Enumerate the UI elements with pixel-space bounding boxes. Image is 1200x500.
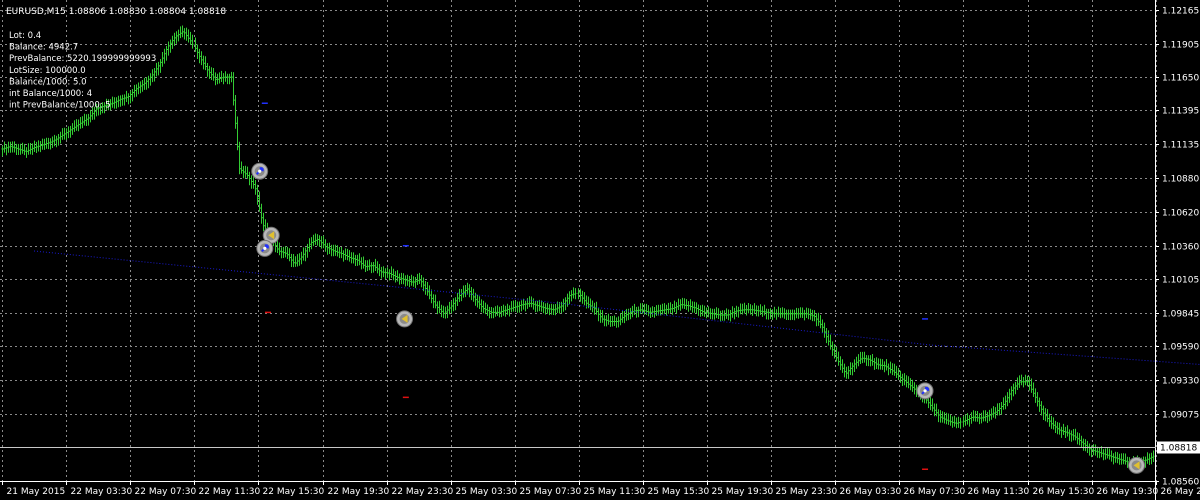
price-tick-label: 1.11395 bbox=[1162, 107, 1199, 117]
chart-background bbox=[0, 0, 1200, 500]
price-chart[interactable]: 1.12165 1.11905 1.11650 1.11395 1.11135 1.108… bbox=[0, 0, 1200, 500]
time-tick-label: 26 May 11:30 bbox=[968, 487, 1030, 497]
price-tick-label: 1.11650 bbox=[1162, 74, 1199, 84]
time-tick-label: 25 May 07:30 bbox=[520, 487, 582, 497]
price-tick-label: 1.10105 bbox=[1162, 276, 1199, 286]
buy-arrow-icon bbox=[251, 162, 269, 180]
info-line: int Balance/1000: 4 bbox=[9, 89, 92, 99]
time-tick-label: 22 May 07:30 bbox=[135, 487, 197, 497]
marker-dot bbox=[263, 246, 267, 250]
chart-title: EURUSD,M15 1.08806 1.08830 1.08804 1.088… bbox=[6, 7, 226, 17]
marker-dot bbox=[923, 389, 927, 393]
close-arrow-icon bbox=[1128, 456, 1146, 474]
current-price-value: 1.08818 bbox=[1160, 444, 1197, 454]
price-tick-label: 1.10880 bbox=[1162, 175, 1199, 185]
price-tick-label: 1.11905 bbox=[1162, 41, 1199, 51]
close-arrow-icon bbox=[396, 310, 414, 328]
price-axis: 1.12165 1.11905 1.11650 1.11395 1.11135 1.108… bbox=[1155, 7, 1199, 488]
time-tick-label: 25 May 15:30 bbox=[648, 487, 710, 497]
time-tick-label: 26 May 07:30 bbox=[904, 487, 966, 497]
price-tick-label: 1.10360 bbox=[1162, 243, 1199, 253]
buy-arrow-icon bbox=[916, 382, 934, 400]
time-tick-label: 26 May 19:30 bbox=[1097, 487, 1159, 497]
price-tick-label: 1.09845 bbox=[1162, 310, 1199, 320]
time-tick-label: 25 May 03:30 bbox=[456, 487, 518, 497]
time-tick-label: 22 May 03:30 bbox=[71, 487, 133, 497]
info-line: int PrevBalance/1000: 5 bbox=[9, 101, 111, 111]
time-tick-label: 22 May 23:30 bbox=[392, 487, 454, 497]
price-tick-label: 1.12165 bbox=[1162, 7, 1199, 17]
time-tick-label: 26 May 23 bbox=[1161, 487, 1200, 497]
price-tick-label: 1.11135 bbox=[1162, 141, 1199, 151]
time-tick-label: 25 May 19:30 bbox=[712, 487, 774, 497]
info-line: PrevBalance: 5220.199999999993 bbox=[9, 54, 156, 64]
price-tick-label: 1.08560 bbox=[1162, 478, 1199, 488]
time-tick-label: 22 May 19:30 bbox=[328, 487, 390, 497]
info-line: Balance: 4942.7 bbox=[9, 43, 78, 53]
info-line: Balance/1000: 5.0 bbox=[9, 77, 86, 87]
time-tick-label: 26 May 03:30 bbox=[840, 487, 902, 497]
info-line: Lot: 0.4 bbox=[9, 31, 41, 41]
price-tick-label: 1.10620 bbox=[1162, 209, 1199, 219]
time-tick-label: 26 May 15:30 bbox=[1033, 487, 1095, 497]
price-tick-label: 1.09590 bbox=[1162, 343, 1199, 353]
price-tick-label: 1.09330 bbox=[1162, 377, 1199, 387]
time-tick-label: 21 May 2015 bbox=[7, 487, 66, 497]
time-tick-label: 22 May 15:30 bbox=[263, 487, 325, 497]
marker-dot bbox=[258, 169, 262, 173]
info-line: LotSize: 100000.0 bbox=[9, 66, 86, 76]
time-tick-label: 25 May 11:30 bbox=[584, 487, 646, 497]
buy-arrow-icon bbox=[256, 239, 274, 257]
time-tick-label: 22 May 11:30 bbox=[199, 487, 261, 497]
price-tick-label: 1.09075 bbox=[1162, 411, 1199, 421]
time-tick-label: 25 May 23:30 bbox=[776, 487, 838, 497]
